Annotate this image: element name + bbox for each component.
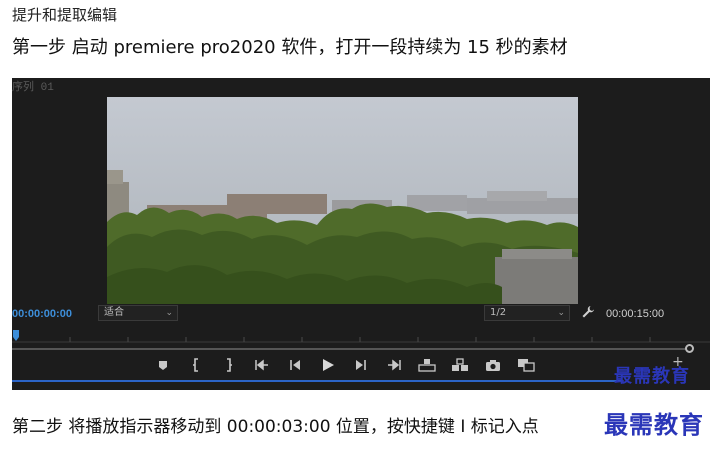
- camera-icon[interactable]: [482, 354, 504, 376]
- lift-icon[interactable]: [416, 354, 438, 376]
- step-back-icon[interactable]: [284, 354, 306, 376]
- step-one-text: 第一步 启动 premiere pro2020 软件，打开一段持续为 15 秒的…: [12, 37, 568, 58]
- scrollbar-track: [12, 348, 688, 350]
- mark-out-icon[interactable]: [218, 354, 240, 376]
- playback-resolution-dropdown[interactable]: 1/2 ⌄: [484, 305, 570, 321]
- current-timecode[interactable]: 00:00:00:00: [12, 308, 72, 320]
- zoom-scrollbar[interactable]: [12, 344, 710, 353]
- step-forward-icon[interactable]: [350, 354, 372, 376]
- chevron-down-icon: ⌄: [165, 308, 173, 318]
- playhead-icon: [13, 330, 19, 341]
- mark-in-icon[interactable]: [185, 354, 207, 376]
- scrollbar-handle[interactable]: [685, 344, 694, 353]
- watermark-large: 最需教育: [604, 410, 704, 439]
- transport-controls: [152, 354, 548, 376]
- go-to-in-icon[interactable]: [251, 354, 273, 376]
- marker-icon[interactable]: [152, 354, 174, 376]
- program-monitor: 序列 01 00:00:00:00 适合 ⌄ 1/2 ⌄ 00:00:15:00…: [12, 78, 710, 390]
- wrench-icon[interactable]: [580, 304, 596, 320]
- step-two-text: 第二步 将播放指示器移动到 00:00:03:00 位置，按快捷键 I 标记入点: [12, 417, 539, 437]
- video-frame: [107, 97, 578, 304]
- extract-icon[interactable]: [449, 354, 471, 376]
- zoom-fit-label: 适合: [104, 307, 124, 318]
- chevron-down-icon: ⌄: [557, 308, 565, 318]
- duration-timecode: 00:00:15:00: [606, 308, 665, 320]
- resolution-label: 1/2: [490, 307, 507, 318]
- comparison-view-icon[interactable]: [515, 354, 537, 376]
- zoom-fit-dropdown[interactable]: 适合 ⌄: [98, 305, 178, 321]
- playhead-line: [12, 380, 622, 382]
- go-to-out-icon[interactable]: [383, 354, 405, 376]
- video-preview-image: [107, 97, 578, 304]
- time-ruler[interactable]: [12, 328, 710, 344]
- play-icon[interactable]: [317, 354, 339, 376]
- document-title: 提升和提取编辑: [12, 6, 118, 24]
- watermark-small: 最需教育: [614, 366, 690, 387]
- sequence-tab[interactable]: 序列 01: [12, 78, 54, 94]
